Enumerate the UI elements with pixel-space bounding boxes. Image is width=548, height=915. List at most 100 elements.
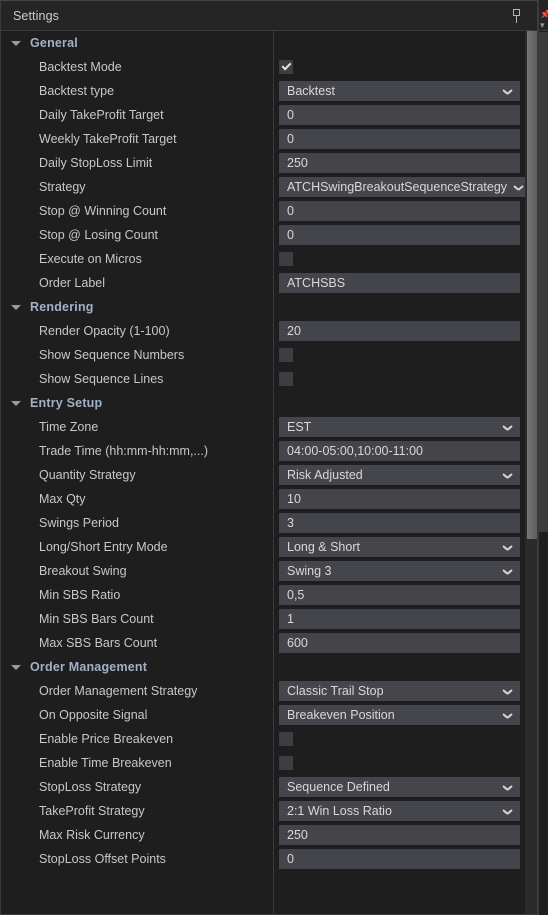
setting-value-cell: 2:1 Win Loss Ratio (273, 801, 525, 821)
setting-dropdown[interactable]: Breakeven Position (279, 705, 520, 725)
setting-dropdown-value: Swing 3 (287, 564, 332, 578)
setting-dropdown-value: Backtest (287, 84, 335, 98)
setting-label: Render Opacity (1-100) (39, 324, 170, 338)
section-header[interactable]: Rendering (1, 295, 525, 319)
setting-text-value: 20 (287, 324, 301, 338)
settings-row: Swings Period 3 (1, 511, 525, 535)
setting-text-input[interactable]: ATCHSBS (279, 273, 520, 293)
setting-dropdown[interactable]: Sequence Defined (279, 777, 520, 797)
setting-dropdown[interactable]: Backtest (279, 81, 520, 101)
setting-label: Long/Short Entry Mode (39, 540, 168, 554)
settings-row: Trade Time (hh:mm-hh:mm,...) 04:00-05:00,… (1, 439, 525, 463)
setting-value-cell: 0 (273, 201, 525, 221)
setting-text-input[interactable]: 3 (279, 513, 520, 533)
setting-value-cell: ATCHSBS (273, 273, 525, 293)
pin-icon[interactable] (507, 6, 525, 26)
setting-dropdown-value: Classic Trail Stop (287, 684, 384, 698)
settings-row: Weekly TakeProfit Target 0 (1, 127, 525, 151)
setting-text-input[interactable]: 0 (279, 201, 520, 221)
setting-label: Trade Time (hh:mm-hh:mm,...) (39, 444, 209, 458)
setting-text-input[interactable]: 0 (279, 105, 520, 125)
settings-row: Render Opacity (1-100) 20 (1, 319, 525, 343)
setting-text-input[interactable]: 250 (279, 153, 520, 173)
chevron-down-icon (11, 304, 21, 310)
setting-text-input[interactable]: 250 (279, 825, 520, 845)
settings-row: Show Sequence Lines (1, 367, 525, 391)
setting-dropdown-value: Breakeven Position (287, 708, 395, 722)
setting-text-value: 04:00-05:00,10:00-11:00 (287, 444, 423, 458)
section-header[interactable]: General (1, 31, 525, 55)
setting-dropdown[interactable]: 2:1 Win Loss Ratio (279, 801, 520, 821)
setting-value-cell: 0 (273, 129, 525, 149)
settings-rows: General Backtest Mode Backtest type Backtes… (1, 31, 525, 871)
setting-text-input[interactable]: 20 (279, 321, 520, 341)
setting-text-value: 0 (287, 108, 294, 122)
setting-checkbox[interactable] (279, 348, 293, 362)
setting-dropdown[interactable]: Risk Adjusted (279, 465, 520, 485)
setting-text-value: 600 (287, 636, 308, 650)
setting-value-cell: Swing 3 (273, 561, 525, 581)
setting-dropdown[interactable]: ATCHSwingBreakoutSequenceStrategy (279, 177, 525, 197)
setting-checkbox[interactable] (279, 732, 293, 746)
settings-row: Backtest type Backtest (1, 79, 525, 103)
settings-row: Stop @ Losing Count 0 (1, 223, 525, 247)
setting-text-input[interactable]: 10 (279, 489, 520, 509)
setting-text-input[interactable]: 600 (279, 633, 520, 653)
chevron-down-icon (503, 785, 512, 790)
setting-value-cell: 0,5 (273, 585, 525, 605)
setting-dropdown[interactable]: Long & Short (279, 537, 520, 557)
setting-dropdown-value: Risk Adjusted (287, 468, 363, 482)
settings-row: Quantity Strategy Risk Adjusted (1, 463, 525, 487)
section-header[interactable]: Entry Setup (1, 391, 525, 415)
section-header[interactable]: Order Management (1, 655, 525, 679)
setting-label: Breakout Swing (39, 564, 127, 578)
setting-value-cell: 250 (273, 153, 525, 173)
setting-text-value: 0,5 (287, 588, 305, 602)
setting-text-input[interactable]: 0 (279, 129, 520, 149)
scrollbar-thumb[interactable] (527, 31, 537, 539)
setting-label: Max SBS Bars Count (39, 636, 158, 650)
settings-row: Stop @ Winning Count 0 (1, 199, 525, 223)
setting-label: Order Management Strategy (39, 684, 198, 698)
setting-dropdown[interactable]: Swing 3 (279, 561, 520, 581)
settings-row: Order Management Strategy Classic Trail S… (1, 679, 525, 703)
setting-label: Min SBS Bars Count (39, 612, 154, 626)
setting-label: StopLoss Offset Points (39, 852, 166, 866)
setting-value-cell: Breakeven Position (273, 705, 525, 725)
setting-dropdown-value: Sequence Defined (287, 780, 390, 794)
setting-checkbox[interactable] (279, 60, 293, 74)
setting-text-value: 0 (287, 204, 294, 218)
adjacent-chevron-down-icon[interactable]: ▾ (540, 21, 548, 29)
setting-checkbox[interactable] (279, 756, 293, 770)
setting-value-cell: 0 (273, 225, 525, 245)
chevron-down-icon (503, 425, 512, 430)
settings-row: Daily TakeProfit Target 0 (1, 103, 525, 127)
setting-text-value: 1 (287, 612, 294, 626)
setting-text-input[interactable]: 04:00-05:00,10:00-11:00 (279, 441, 520, 461)
setting-text-input[interactable]: 0 (279, 849, 520, 869)
adjacent-scrollbar-thumb[interactable] (539, 32, 548, 532)
setting-label: TakeProfit Strategy (39, 804, 145, 818)
setting-checkbox[interactable] (279, 252, 293, 266)
setting-text-value: 0 (287, 228, 294, 242)
setting-dropdown[interactable]: EST (279, 417, 520, 437)
setting-label: Stop @ Winning Count (39, 204, 167, 218)
setting-label: Weekly TakeProfit Target (39, 132, 177, 146)
settings-row: Max Risk Currency 250 (1, 823, 525, 847)
setting-label: Quantity Strategy (39, 468, 136, 482)
adjacent-pin-icon[interactable]: 📌 (540, 10, 548, 18)
setting-text-value: 3 (287, 516, 294, 530)
setting-text-value: 0 (287, 132, 294, 146)
setting-dropdown[interactable]: Classic Trail Stop (279, 681, 520, 701)
setting-value-cell: 20 (273, 321, 525, 341)
vertical-scrollbar[interactable] (525, 31, 537, 914)
setting-value-cell: Classic Trail Stop (273, 681, 525, 701)
settings-row: Enable Time Breakeven (1, 751, 525, 775)
setting-checkbox[interactable] (279, 372, 293, 386)
chevron-down-icon (503, 713, 512, 718)
setting-value-cell: 3 (273, 513, 525, 533)
settings-row: Max SBS Bars Count 600 (1, 631, 525, 655)
setting-text-input[interactable]: 0 (279, 225, 520, 245)
setting-text-input[interactable]: 0,5 (279, 585, 520, 605)
setting-text-input[interactable]: 1 (279, 609, 520, 629)
